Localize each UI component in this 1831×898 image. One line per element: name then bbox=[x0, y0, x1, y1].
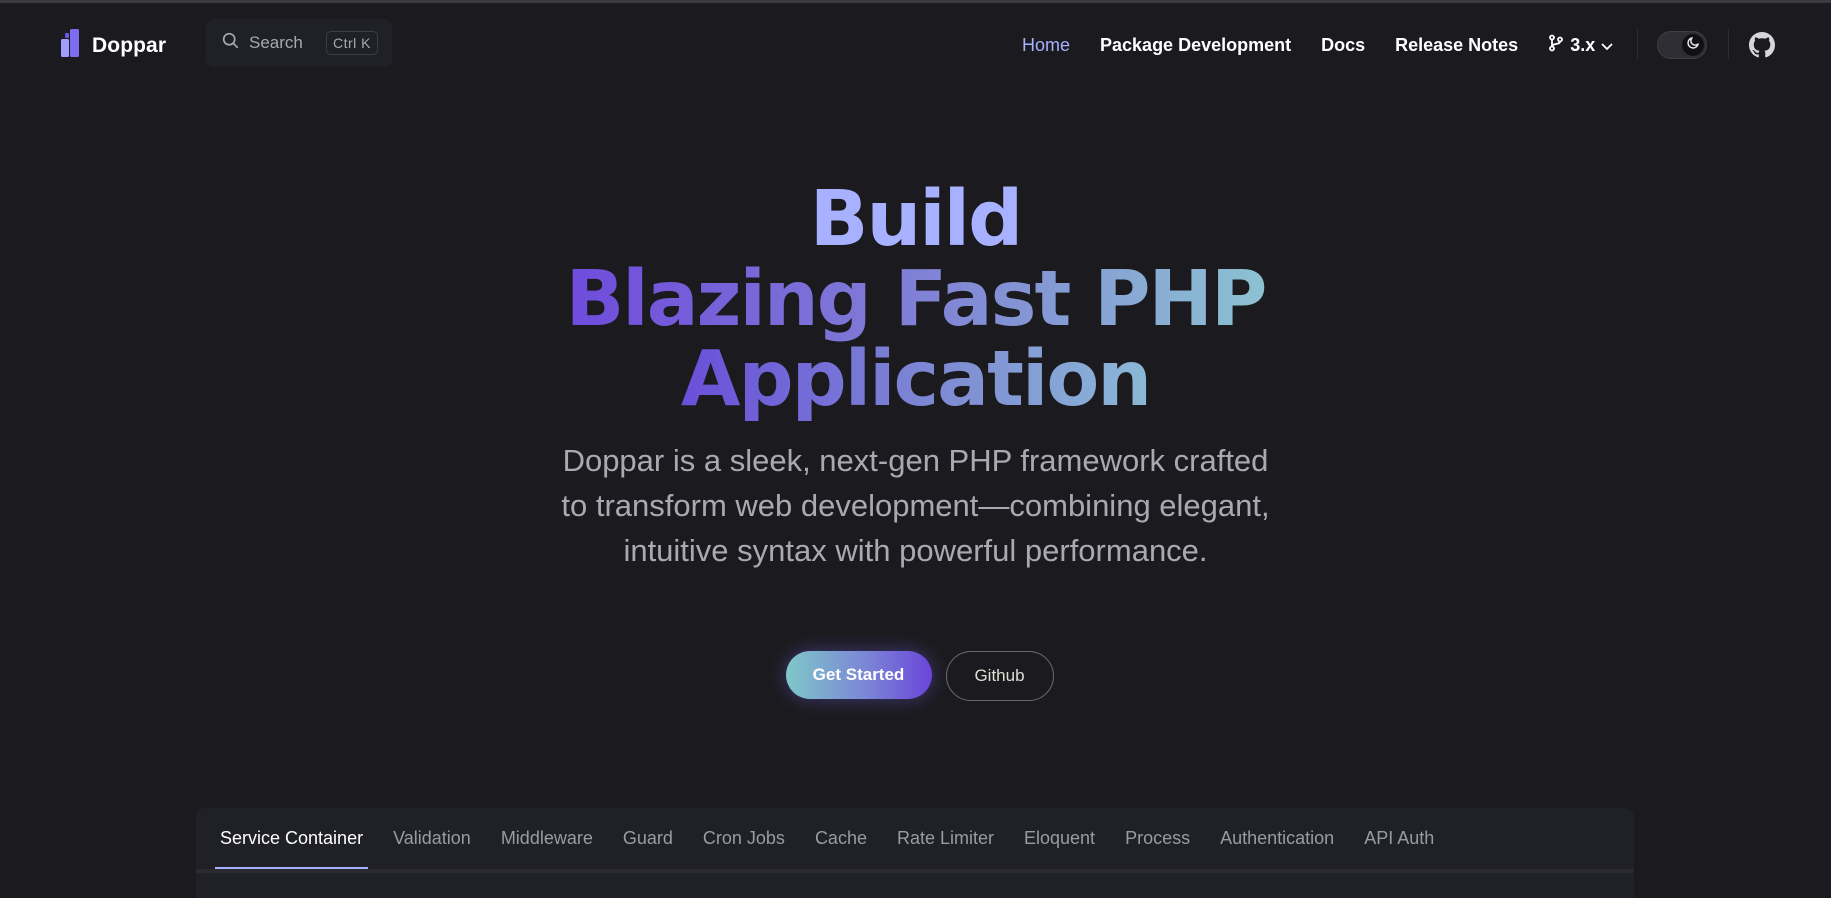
nav-link-docs[interactable]: Docs bbox=[1321, 35, 1365, 56]
chevron-down-icon bbox=[1601, 35, 1613, 56]
tab-cron-jobs[interactable]: Cron Jobs bbox=[703, 808, 785, 869]
doppar-logo-icon bbox=[58, 28, 80, 63]
hero-section: Build Blazing Fast PHP Application Doppa… bbox=[0, 180, 1831, 573]
brand-link[interactable]: Doppar bbox=[58, 28, 166, 63]
search-button[interactable]: Search Ctrl K bbox=[206, 19, 392, 67]
hero-heading: Build Blazing Fast PHP Application bbox=[0, 180, 1831, 420]
feature-tabs: Service Container Validation Middleware … bbox=[214, 808, 1464, 869]
nav-link-release-notes[interactable]: Release Notes bbox=[1395, 35, 1518, 56]
tab-validation[interactable]: Validation bbox=[393, 808, 471, 869]
search-shortcut-hint: Ctrl K bbox=[326, 31, 378, 55]
hero-heading-line-1: Build bbox=[809, 175, 1023, 264]
hero-heading-line-3: Application bbox=[0, 340, 1831, 420]
hero-heading-line-3-text: Application bbox=[680, 335, 1152, 424]
tab-rate-limiter[interactable]: Rate Limiter bbox=[897, 808, 994, 869]
tab-cache[interactable]: Cache bbox=[815, 808, 867, 869]
search-icon bbox=[222, 32, 239, 54]
tab-process[interactable]: Process bbox=[1125, 808, 1190, 869]
version-dropdown[interactable]: 3.x bbox=[1548, 34, 1613, 57]
tab-authentication[interactable]: Authentication bbox=[1220, 808, 1334, 869]
hero-actions: Get Started Github bbox=[0, 651, 1831, 701]
feature-tabs-panel: Service Container Validation Middleware … bbox=[196, 808, 1634, 898]
tab-api-auth[interactable]: API Auth bbox=[1364, 808, 1434, 869]
nav-divider bbox=[1728, 29, 1729, 59]
tab-eloquent[interactable]: Eloquent bbox=[1024, 808, 1095, 869]
nav-link-package-development[interactable]: Package Development bbox=[1100, 35, 1291, 56]
navbar: Doppar Search Ctrl K Home Package Develo… bbox=[0, 3, 1831, 81]
brand-title: Doppar bbox=[92, 33, 167, 57]
nav-link-home[interactable]: Home bbox=[1022, 35, 1070, 56]
hero-heading-line-2-text: Blazing Fast PHP bbox=[565, 255, 1268, 344]
tabs-divider bbox=[196, 869, 1634, 873]
tab-service-container[interactable]: Service Container bbox=[214, 808, 369, 869]
theme-toggle[interactable] bbox=[1657, 31, 1707, 59]
git-branch-icon bbox=[1548, 34, 1564, 57]
hero-tagline: Doppar is a sleek, next-gen PHP framewor… bbox=[561, 443, 1270, 568]
search-label: Search bbox=[249, 33, 303, 52]
get-started-button[interactable]: Get Started bbox=[785, 651, 932, 699]
github-button[interactable]: Github bbox=[945, 651, 1054, 701]
hero-heading-line-2: Blazing Fast PHP bbox=[0, 260, 1831, 340]
main-nav: Home Package Development Docs Release No… bbox=[1022, 31, 1613, 59]
tab-guard[interactable]: Guard bbox=[623, 808, 673, 869]
version-label: 3.x bbox=[1570, 34, 1596, 55]
github-link[interactable] bbox=[1749, 32, 1775, 63]
toggle-knob bbox=[1682, 34, 1704, 56]
tab-middleware[interactable]: Middleware bbox=[501, 808, 593, 869]
github-icon bbox=[1749, 32, 1775, 62]
nav-divider bbox=[1637, 29, 1638, 59]
moon-icon bbox=[1686, 36, 1700, 54]
